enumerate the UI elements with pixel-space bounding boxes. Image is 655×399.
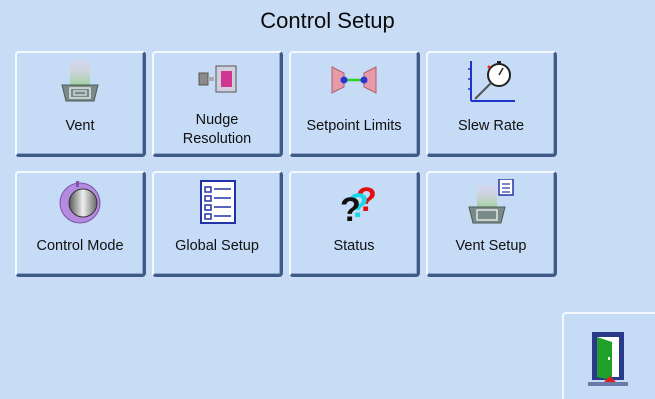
knob-icon — [59, 181, 101, 224]
nudge-resolution-label: Nudge Resolution — [182, 112, 252, 147]
global-setup-label: Global Setup — [175, 238, 259, 254]
status-label: Status — [333, 238, 375, 254]
setpoint-limits-label: Setpoint Limits — [306, 118, 402, 134]
nudge-resolution-button[interactable]: Nudge Resolution — [152, 51, 283, 157]
svg-text:?: ? — [340, 191, 361, 225]
exit-button[interactable] — [562, 312, 655, 399]
page-title: Control Setup — [260, 8, 395, 33]
vent-setup-label: Vent Setup — [455, 238, 527, 254]
vent-setup-button[interactable]: Vent Setup — [426, 171, 557, 277]
global-setup-button[interactable]: Global Setup — [152, 171, 283, 277]
exit-door-icon — [588, 332, 628, 386]
setpoint-limits-button[interactable]: Setpoint Limits — [289, 51, 420, 157]
vent-setup-icon — [468, 179, 514, 224]
checklist-icon — [200, 180, 236, 224]
status-button[interactable]: ? ? ? Status — [289, 171, 420, 277]
question-marks-icon: ? ? ? — [340, 181, 377, 225]
vent-icon — [61, 59, 99, 102]
vent-button[interactable]: Vent — [15, 51, 146, 157]
setpoint-limits-icon — [331, 66, 377, 94]
stopwatch-icon — [468, 61, 515, 102]
slew-rate-label: Slew Rate — [457, 118, 525, 134]
vent-label: Vent — [65, 118, 95, 134]
nudge-icon — [198, 65, 237, 93]
control-mode-button[interactable]: Control Mode — [15, 171, 146, 277]
slew-rate-button[interactable]: Slew Rate — [426, 51, 557, 157]
control-mode-label: Control Mode — [36, 238, 124, 254]
